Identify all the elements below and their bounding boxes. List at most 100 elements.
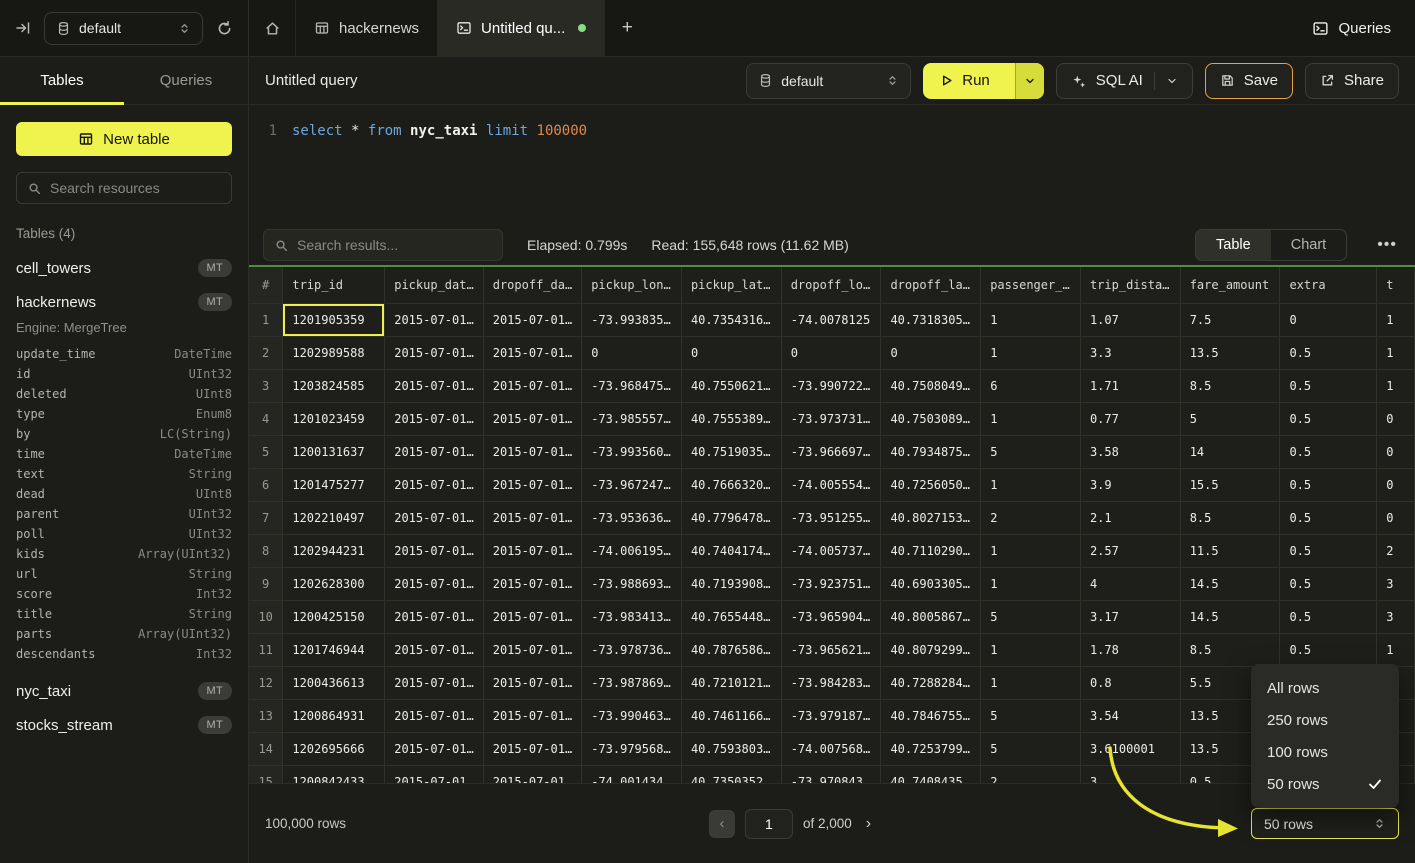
table-cell[interactable]: 0.5 xyxy=(1280,468,1377,501)
table-cell[interactable]: -73.984283… xyxy=(781,666,881,699)
table-cell[interactable]: -73.973731… xyxy=(781,402,881,435)
table-cell[interactable]: -74.005554… xyxy=(781,468,881,501)
table-cell[interactable]: 8.5 xyxy=(1180,501,1280,534)
table-cell[interactable]: -73.967247… xyxy=(582,468,682,501)
column-row[interactable]: urlString xyxy=(0,564,248,584)
table-cell[interactable]: -73.993835… xyxy=(582,303,682,336)
column-header-pickup_dat[interactable]: pickup_dat… xyxy=(385,267,483,303)
table-cell[interactable]: 2.1 xyxy=(1080,501,1180,534)
column-header-dropoff_lo[interactable]: dropoff_lo… xyxy=(781,267,881,303)
table-cell[interactable]: 0.5 xyxy=(1280,567,1377,600)
table-cell[interactable]: 2015-07-01… xyxy=(483,303,581,336)
table-cell[interactable]: 2015-07-01… xyxy=(483,666,581,699)
column-header-pickup_lon[interactable]: pickup_lon… xyxy=(582,267,682,303)
table-cell[interactable]: 0.5 xyxy=(1280,600,1377,633)
table-cell[interactable]: 40.7655448… xyxy=(681,600,781,633)
table-cell[interactable]: 1.78 xyxy=(1080,633,1180,666)
sidebar-tab-queries[interactable]: Queries xyxy=(124,57,248,104)
column-row[interactable]: partsArray(UInt32) xyxy=(0,624,248,644)
table-cell[interactable]: 40.8079299… xyxy=(881,633,981,666)
table-cell[interactable]: 0.5 xyxy=(1280,336,1377,369)
table-cell[interactable]: 2015-07-01… xyxy=(483,369,581,402)
table-cell[interactable]: -73.970843 xyxy=(781,765,881,783)
database-selector[interactable]: default xyxy=(44,12,203,45)
table-cell[interactable]: 1200864931 xyxy=(283,699,385,732)
table-cell[interactable]: 3.58 xyxy=(1080,435,1180,468)
new-table-button[interactable]: New table xyxy=(16,122,232,156)
collapse-sidebar-icon[interactable] xyxy=(15,20,31,36)
table-cell[interactable]: 1202989588 xyxy=(283,336,385,369)
table-cell[interactable]: -73.953636… xyxy=(582,501,682,534)
table-cell[interactable]: 2015-07-01… xyxy=(483,567,581,600)
table-cell[interactable]: -73.951255… xyxy=(781,501,881,534)
table-cell[interactable]: -73.966697… xyxy=(781,435,881,468)
column-row[interactable]: scoreInt32 xyxy=(0,584,248,604)
table-cell[interactable]: 2015-07-01… xyxy=(483,534,581,567)
table-cell[interactable]: 2015-07-01… xyxy=(483,765,581,783)
table-cell[interactable]: 1 xyxy=(981,534,1081,567)
query-database-selector[interactable]: default xyxy=(746,63,911,99)
table-cell[interactable]: 2 xyxy=(981,501,1081,534)
table-cell[interactable]: 1 xyxy=(1377,633,1415,666)
table-cell[interactable]: 40.8027153… xyxy=(881,501,981,534)
table-cell[interactable]: 40.6903305… xyxy=(881,567,981,600)
table-cell[interactable]: 11.5 xyxy=(1180,534,1280,567)
table-cell[interactable]: 1200842433 xyxy=(283,765,385,783)
table-cell[interactable]: 3.9 xyxy=(1080,468,1180,501)
table-cell[interactable]: 1202210497 xyxy=(283,501,385,534)
table-cell[interactable]: 40.7876586… xyxy=(681,633,781,666)
table-cell[interactable]: 40.7350352… xyxy=(681,765,781,783)
table-cell[interactable]: -73.985557… xyxy=(582,402,682,435)
table-cell[interactable]: 2015-07-01… xyxy=(385,732,483,765)
table-cell[interactable]: 2015-07-01… xyxy=(385,303,483,336)
menu-item-250-rows[interactable]: 250 rows xyxy=(1251,704,1399,736)
table-cell[interactable]: 40.7550621… xyxy=(681,369,781,402)
search-resources-input[interactable] xyxy=(16,172,232,204)
column-row[interactable]: idUInt32 xyxy=(0,364,248,384)
page-number-input[interactable] xyxy=(745,809,793,839)
table-cell[interactable]: 3 xyxy=(1080,765,1180,783)
table-cell[interactable]: 4 xyxy=(1080,567,1180,600)
column-header-trip_id[interactable]: trip_id xyxy=(283,267,385,303)
table-cell[interactable]: 5 xyxy=(981,732,1081,765)
table-cell[interactable]: 40.7461166… xyxy=(681,699,781,732)
table-cell[interactable]: 2015-07-01… xyxy=(385,666,483,699)
table-cell[interactable]: 40.7666320… xyxy=(681,468,781,501)
table-cell[interactable]: 40.7210121… xyxy=(681,666,781,699)
table-cell[interactable]: 1 xyxy=(1377,303,1415,336)
table-cell[interactable]: 2015-07-01… xyxy=(385,699,483,732)
prev-page-button[interactable]: ‹ xyxy=(709,810,735,838)
column-row[interactable]: parentUInt32 xyxy=(0,504,248,524)
table-cell[interactable]: 2015-07-01… xyxy=(483,402,581,435)
table-cell[interactable]: 40.7256050… xyxy=(881,468,981,501)
table-cell[interactable]: 0 xyxy=(1280,303,1377,336)
table-cell[interactable]: 0 xyxy=(781,336,881,369)
table-cell[interactable]: 14.5 xyxy=(1180,567,1280,600)
table-cell[interactable]: 3.6100001 xyxy=(1080,732,1180,765)
table-cell[interactable]: 2015-07-01… xyxy=(483,699,581,732)
table-cell[interactable]: -73.993560… xyxy=(582,435,682,468)
table-cell[interactable]: 2.57 xyxy=(1080,534,1180,567)
column-header-pickup_lat[interactable]: pickup_lat… xyxy=(681,267,781,303)
search-results-input[interactable] xyxy=(263,229,503,261)
table-cell[interactable]: 15.5 xyxy=(1180,468,1280,501)
table-cell[interactable]: -74.005737… xyxy=(781,534,881,567)
table-cell[interactable]: 2015-07-01… xyxy=(385,369,483,402)
table-cell[interactable]: 1.71 xyxy=(1080,369,1180,402)
table-cell[interactable]: -73.987869… xyxy=(582,666,682,699)
column-row[interactable]: typeEnum8 xyxy=(0,404,248,424)
table-cell[interactable]: 40.7110290… xyxy=(881,534,981,567)
refresh-icon[interactable] xyxy=(216,20,233,37)
table-cell[interactable]: -73.983413… xyxy=(582,600,682,633)
sidebar-table-stocks_stream[interactable]: stocks_streamMT xyxy=(0,708,248,742)
search-results-field[interactable] xyxy=(297,237,492,253)
table-cell[interactable]: 3.3 xyxy=(1080,336,1180,369)
table-cell[interactable]: 6 xyxy=(981,369,1081,402)
table-cell[interactable]: 2015-07-01… xyxy=(385,765,483,783)
save-button[interactable]: Save xyxy=(1205,63,1293,99)
table-cell[interactable]: -74.006195… xyxy=(582,534,682,567)
new-tab-button[interactable]: + xyxy=(605,0,649,56)
table-cell[interactable]: 40.7318305… xyxy=(881,303,981,336)
table-cell[interactable]: 5 xyxy=(981,435,1081,468)
table-cell[interactable]: 0.8 xyxy=(1080,666,1180,699)
